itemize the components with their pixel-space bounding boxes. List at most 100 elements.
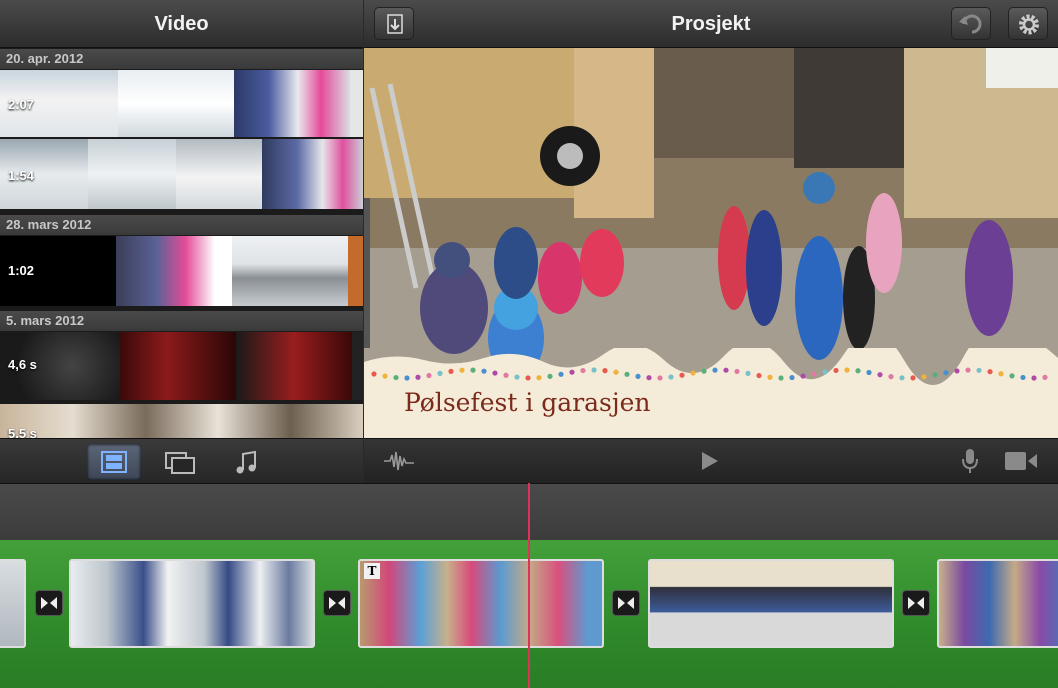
decor-dot: [701, 368, 707, 374]
decor-dot: [811, 371, 817, 377]
waveform-icon[interactable]: [382, 449, 416, 478]
date-header: 20. apr. 2012: [0, 49, 363, 69]
decor-dot: [756, 372, 762, 379]
library-clip[interactable]: 1:54: [0, 139, 363, 209]
decor-dot: [492, 370, 498, 376]
decor-dot: [426, 372, 432, 379]
decor-dot: [800, 373, 806, 379]
decor-dot: [954, 368, 960, 374]
gear-icon[interactable]: [1008, 7, 1048, 40]
decor-dot: [833, 367, 839, 374]
music-note-icon[interactable]: [219, 444, 273, 480]
decor-dot: [635, 373, 641, 379]
transition-bowtie-icon[interactable]: [902, 590, 930, 616]
decor-dot: [481, 368, 487, 374]
library-clip[interactable]: 2:07: [0, 70, 363, 137]
decor-dot: [723, 367, 729, 373]
decor-dot: [569, 369, 575, 375]
decor-dot: [921, 374, 927, 380]
decor-dot: [888, 374, 894, 380]
timeline-clip[interactable]: [358, 559, 604, 648]
timeline-clip[interactable]: [648, 559, 894, 648]
decor-dot: [657, 375, 663, 381]
decor-dot: [371, 371, 377, 377]
library-panel: Video 20. apr. 2012 2:07 1:54 28. mars 2…: [0, 0, 363, 483]
decor-dot: [866, 369, 872, 376]
decor-dot: [646, 375, 652, 381]
clip-duration: 4,6 s: [8, 357, 37, 372]
decor-dot: [987, 369, 993, 375]
decor-dot: [712, 367, 718, 373]
decor-dot: [558, 371, 564, 377]
title-overlay[interactable]: Pølsefest i garasjen: [404, 388, 651, 417]
decor-dot: [976, 367, 982, 373]
decor-dot: [580, 367, 586, 374]
decor-dot: [1009, 373, 1015, 379]
decor-dot: [910, 375, 916, 381]
decor-dot: [591, 367, 597, 373]
decor-dot: [998, 371, 1004, 377]
project-header: Prosjekt: [364, 0, 1058, 48]
clip-duration: 1:54: [8, 168, 35, 183]
decor-dot: [602, 367, 608, 374]
decor-dot: [822, 369, 828, 375]
decor-dot: [1020, 374, 1026, 381]
decor-dot: [448, 368, 454, 374]
decor-dot: [679, 372, 685, 378]
undo-icon[interactable]: [951, 7, 991, 40]
decor-dot: [690, 370, 696, 376]
decor-dot: [525, 375, 531, 381]
date-header: 28. mars 2012: [0, 215, 363, 235]
photos-icon[interactable]: [153, 444, 207, 480]
decor-dot: [415, 374, 421, 380]
decor-dot: [943, 370, 949, 376]
decor-dot: [877, 372, 883, 378]
play-icon[interactable]: [698, 449, 722, 478]
clip-duration: 1:02: [8, 263, 35, 278]
microphone-icon[interactable]: [960, 447, 980, 480]
timeline-clip[interactable]: [69, 559, 315, 648]
decor-dot: [767, 374, 773, 380]
decor-dot: [745, 370, 751, 377]
transport-bar: [364, 438, 1058, 483]
transition-bowtie-icon[interactable]: [612, 590, 640, 616]
decor-dot: [855, 368, 861, 374]
decor-dot: [899, 375, 905, 381]
decor-dot: [1042, 374, 1048, 380]
decor-dot: [393, 374, 399, 381]
transition-bowtie-icon[interactable]: [35, 590, 63, 616]
import-icon[interactable]: [374, 7, 414, 40]
decor-dot: [789, 374, 795, 381]
decor-dot: [547, 373, 553, 379]
decor-dot: [1031, 375, 1037, 381]
transition-bowtie-icon[interactable]: [323, 590, 351, 616]
film-strip-icon[interactable]: [87, 444, 141, 480]
date-header: 5. mars 2012: [0, 311, 363, 331]
decor-dot: [437, 370, 443, 376]
library-toolbar: [0, 438, 363, 483]
library-clip[interactable]: 5,5 s: [0, 404, 363, 438]
decor-dot: [382, 373, 388, 379]
decor-dot: [668, 374, 674, 380]
clip-duration: 2:07: [8, 97, 35, 112]
decor-dot: [734, 368, 740, 375]
decor-dot: [503, 372, 509, 378]
video-preview[interactable]: Pølsefest i garasjen: [364, 48, 1058, 438]
decor-dot: [470, 367, 476, 373]
decor-dot: [844, 367, 850, 373]
playhead[interactable]: [528, 483, 530, 688]
decor-dot: [459, 367, 465, 373]
video-camera-icon[interactable]: [1004, 450, 1038, 477]
library-title: Video: [0, 0, 363, 48]
decor-dot: [932, 372, 938, 378]
title-badge: T: [364, 563, 380, 579]
clip-duration: 5,5 s: [8, 426, 37, 438]
decor-dot: [624, 371, 630, 377]
library-clip[interactable]: 1:02: [0, 236, 363, 306]
timeline-clip[interactable]: [0, 559, 26, 648]
library-clip[interactable]: 4,6 s: [0, 332, 363, 400]
timeline-clip[interactable]: [937, 559, 1058, 648]
decor-dot: [613, 369, 619, 375]
decor-dot: [536, 375, 542, 381]
decor-dot: [404, 375, 410, 381]
